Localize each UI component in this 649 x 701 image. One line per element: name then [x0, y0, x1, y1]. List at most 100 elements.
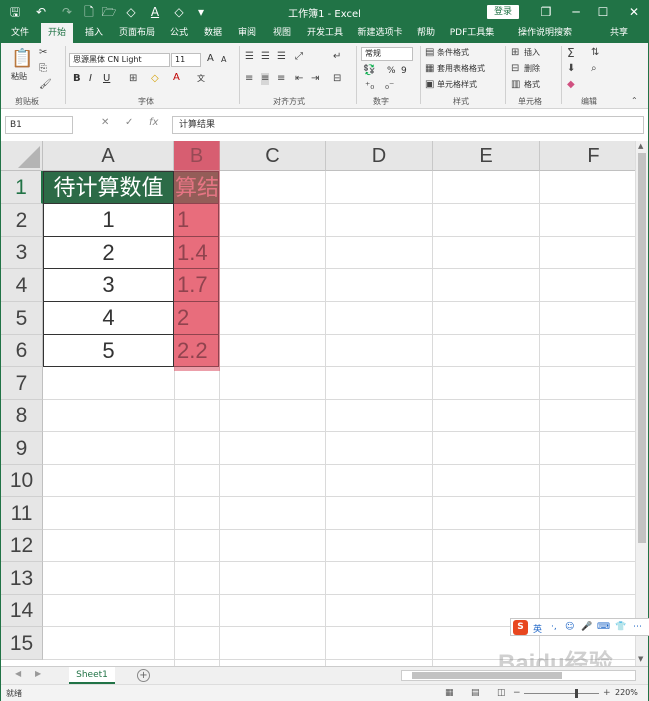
tab-file[interactable]: 文件 [5, 23, 35, 43]
collapse-ribbon-icon[interactable]: ⌃ [631, 95, 638, 107]
font-size-select[interactable]: 11 [171, 53, 201, 67]
horizontal-scroll-thumb[interactable] [412, 672, 562, 679]
share-button[interactable]: 共享 [597, 23, 641, 43]
merge-center-icon[interactable]: ⊟ [333, 73, 341, 85]
next-sheet-icon[interactable]: ▶ [35, 669, 41, 678]
cell-styles-icon[interactable]: ▣ [425, 79, 434, 91]
select-all-button[interactable] [1, 141, 43, 171]
tab-home[interactable]: 开始 [41, 23, 73, 43]
row-header-11[interactable]: 11 [1, 497, 43, 530]
format-cells-button[interactable]: 格式 [524, 79, 540, 91]
emoji-icon[interactable]: ☺ [565, 622, 574, 632]
maximize-button[interactable]: ☐ [590, 1, 616, 23]
formula-input[interactable]: 计算结果 [172, 116, 644, 134]
align-center-icon[interactable]: ≡ [261, 73, 270, 85]
autosum-icon[interactable]: Σ [567, 47, 575, 59]
format-as-table-button[interactable]: 套用表格格式 [437, 63, 485, 75]
add-sheet-button[interactable]: + [137, 669, 150, 682]
find-select-icon[interactable]: ⌕ [591, 63, 597, 75]
percent-button[interactable]: % [387, 65, 396, 77]
align-bottom-icon[interactable]: ☰ [277, 51, 286, 63]
login-button[interactable]: 登录 [487, 5, 519, 19]
conditional-formatting-button[interactable]: 条件格式 [437, 47, 469, 59]
cut-icon[interactable]: ✂ [39, 47, 47, 59]
align-middle-icon[interactable]: ☰ [261, 51, 270, 63]
zoom-level[interactable]: 220% [615, 688, 638, 697]
punctuation-icon[interactable]: ·, [551, 622, 557, 632]
tab-review[interactable]: 审阅 [233, 23, 261, 43]
name-box[interactable]: B1 [5, 116, 73, 134]
fill-color-icon[interactable]: ◇ [151, 73, 159, 85]
vertical-scroll-thumb[interactable] [638, 153, 646, 543]
keyboard-icon[interactable]: ⌨ [597, 622, 610, 632]
orientation-icon[interactable]: ⤢ [295, 51, 303, 63]
row-header-5[interactable]: 5 [1, 302, 43, 335]
column-header-c[interactable]: C [220, 141, 326, 171]
align-right-icon[interactable]: ≡ [277, 73, 285, 85]
row-header-12[interactable]: 12 [1, 530, 43, 562]
insert-function-icon[interactable]: fx [149, 117, 158, 128]
sogou-logo-icon[interactable]: S [513, 620, 528, 635]
tab-pdf-tools[interactable]: PDF工具集 [447, 23, 497, 43]
font-name-select[interactable]: 思源黑体 CN Light [69, 53, 170, 67]
underline-button[interactable]: U [103, 73, 110, 85]
row-header-2[interactable]: 2 [1, 204, 43, 237]
ime-toolbar[interactable]: S 英 ·, ☺ 🎤 ⌨ 👕 ⋯ [510, 618, 649, 636]
row-header-10[interactable]: 10 [1, 465, 43, 497]
prev-sheet-icon[interactable]: ◀ [15, 669, 21, 678]
microphone-icon[interactable]: 🎤 [581, 622, 592, 632]
increase-indent-icon[interactable]: ⇥ [311, 73, 319, 85]
horizontal-scrollbar[interactable] [401, 670, 636, 681]
cell-b4[interactable]: 1.7 [174, 269, 219, 302]
phonetic-icon[interactable]: 文 [197, 73, 205, 85]
row-header-4[interactable]: 4 [1, 269, 43, 302]
tab-insert[interactable]: 插入 [79, 23, 109, 43]
align-top-icon[interactable]: ☰ [245, 51, 254, 63]
clear-icon[interactable]: ◆ [567, 79, 575, 91]
wrap-text-icon[interactable]: ↵ [333, 51, 341, 63]
paste-icon[interactable]: 📋 [11, 49, 33, 69]
currency-icon[interactable]: 💱 [363, 65, 375, 77]
bold-button[interactable]: B [73, 73, 81, 85]
tell-me-search[interactable]: 操作说明搜索 [507, 23, 583, 43]
zoom-in-icon[interactable]: + [603, 688, 611, 698]
column-header-b[interactable]: B [174, 141, 220, 171]
ime-lang-toggle[interactable]: 英 [533, 622, 542, 635]
cell-b6[interactable]: 2.2 [174, 335, 219, 367]
format-as-table-icon[interactable]: ▦ [425, 63, 434, 75]
borders-icon[interactable]: ⊞ [129, 73, 137, 85]
increase-decimal-icon[interactable]: ⁺₀ [365, 81, 374, 93]
insert-cells-icon[interactable]: ⊞ [511, 47, 519, 59]
fill-icon[interactable]: ⬇ [567, 63, 575, 75]
row-header-3[interactable]: 3 [1, 237, 43, 269]
tab-formulas[interactable]: 公式 [165, 23, 193, 43]
column-header-f[interactable]: F [540, 141, 648, 171]
row-header-15[interactable]: 15 [1, 627, 43, 660]
align-left-icon[interactable]: ≡ [245, 73, 253, 85]
scroll-up-icon[interactable]: ▲ [638, 142, 643, 150]
cell-b2[interactable]: 1 [174, 204, 219, 237]
cell-b1[interactable]: 算结 [174, 171, 219, 204]
conditional-formatting-icon[interactable]: ▤ [425, 47, 434, 59]
grow-font-icon[interactable]: A [207, 53, 214, 65]
close-button[interactable]: ✕ [621, 1, 647, 23]
ime-more-icon[interactable]: ⋯ [633, 622, 642, 632]
minimize-button[interactable]: ─ [563, 1, 589, 23]
worksheet-grid[interactable]: A B C D E F 1 2 3 4 5 6 7 8 9 10 11 12 1… [1, 141, 648, 666]
cell-a3[interactable]: 2 [43, 237, 174, 269]
tab-data[interactable]: 数据 [199, 23, 227, 43]
vertical-scrollbar[interactable]: ▲ ▼ [635, 141, 648, 666]
cancel-icon[interactable]: ✕ [101, 117, 109, 128]
format-painter-icon[interactable]: 🖌 [39, 79, 52, 91]
zoom-out-icon[interactable]: − [513, 688, 521, 698]
row-header-6[interactable]: 6 [1, 335, 43, 367]
font-color-icon[interactable]: A [173, 72, 180, 84]
cell-a4[interactable]: 3 [43, 269, 174, 302]
page-break-view-icon[interactable]: ◫ [497, 688, 506, 698]
decrease-decimal-icon[interactable]: ₀⁻ [385, 81, 394, 93]
copy-icon[interactable]: ⎘ [39, 63, 47, 75]
cell-b5[interactable]: 2 [174, 302, 219, 335]
row-header-13[interactable]: 13 [1, 562, 43, 595]
column-header-d[interactable]: D [326, 141, 433, 171]
sort-filter-icon[interactable]: ⇅ [591, 47, 599, 59]
